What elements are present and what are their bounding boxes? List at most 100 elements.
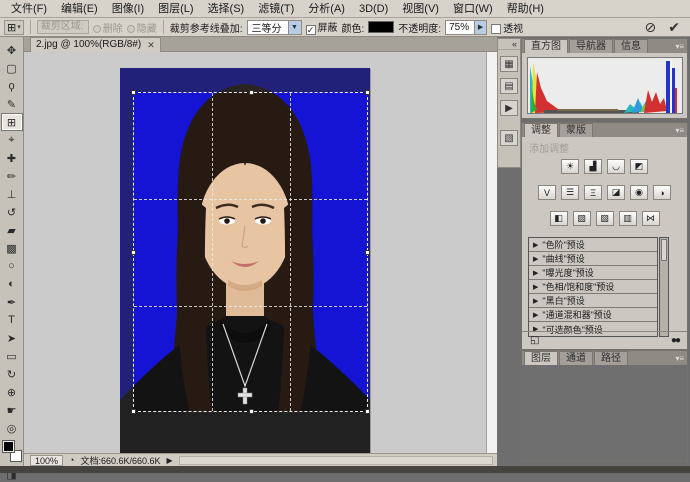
crop-handle-w[interactable] <box>131 250 136 255</box>
gradient-tool[interactable]: ▩ <box>1 239 23 257</box>
tab-histogram[interactable]: 直方图 <box>524 39 568 53</box>
menu-layer[interactable]: 图层(L) <box>151 1 200 17</box>
menu-select[interactable]: 选择(S) <box>201 1 252 17</box>
color-swatches[interactable] <box>2 440 22 462</box>
3d-orbit-tool[interactable]: ⊕ <box>1 383 23 401</box>
3d-rotate-tool[interactable]: ↻ <box>1 365 23 383</box>
hand-tool[interactable]: ☛ <box>1 401 23 419</box>
invert-icon[interactable]: ◧ <box>550 211 568 226</box>
close-icon[interactable]: ✕ <box>147 38 155 52</box>
healing-brush-tool[interactable]: ✚ <box>1 149 23 167</box>
zoom-level-field[interactable]: 100% <box>30 455 63 466</box>
panel-menu-icon[interactable]: ▾≡ <box>675 354 684 363</box>
shape-tool[interactable]: ▭ <box>1 347 23 365</box>
gradient-map-icon[interactable]: ▥ <box>619 211 637 226</box>
tool-preset-picker[interactable]: ⊞ ▾ <box>4 20 24 35</box>
crop-handle-e[interactable] <box>365 250 370 255</box>
color-balance-icon[interactable]: Ξ <box>584 185 602 200</box>
document-tab[interactable]: 2.jpg @ 100%(RGB/8#) ✕ <box>30 37 161 52</box>
path-selection-tool[interactable]: ➤ <box>1 329 23 347</box>
menu-image[interactable]: 图像(I) <box>105 1 151 17</box>
menu-view[interactable]: 视图(V) <box>395 1 446 17</box>
vertical-scrollbar[interactable] <box>486 52 497 453</box>
curves-icon[interactable]: ◡ <box>607 159 625 174</box>
foreground-color-swatch[interactable] <box>2 440 15 453</box>
preset-levels[interactable]: ▶"色阶"预设 <box>529 238 657 252</box>
expand-dock-icon[interactable]: « <box>498 39 520 50</box>
panel-menu-icon[interactable]: ▾≡ <box>675 126 684 135</box>
dodge-tool[interactable]: ◐ <box>1 275 23 293</box>
crop-handle-n[interactable] <box>249 90 254 95</box>
black-white-icon[interactable]: ◪ <box>607 185 625 200</box>
marquee-tool[interactable]: ▢ <box>1 59 23 77</box>
selective-color-icon[interactable]: ⋈ <box>642 211 660 226</box>
collapsed-panel-icon-4[interactable]: ▧ <box>500 130 518 146</box>
preset-channel-mixer[interactable]: ▶"通道混和器"预设 <box>529 308 657 322</box>
threshold-icon[interactable]: ▧ <box>596 211 614 226</box>
crop-handle-sw[interactable] <box>131 409 136 414</box>
menu-help[interactable]: 帮助(H) <box>500 1 551 17</box>
menu-window[interactable]: 窗口(W) <box>446 1 500 17</box>
crop-handle-nw[interactable] <box>131 90 136 95</box>
levels-icon[interactable]: ▟ <box>584 159 602 174</box>
brightness-contrast-icon[interactable]: ☀ <box>561 159 579 174</box>
hue-saturation-icon[interactable]: ☰ <box>561 185 579 200</box>
tab-layers[interactable]: 图层 <box>524 351 558 365</box>
tab-channels[interactable]: 通道 <box>559 351 593 365</box>
menu-analysis[interactable]: 分析(A) <box>301 1 352 17</box>
scrollbar-thumb[interactable] <box>661 239 667 261</box>
type-tool[interactable]: T <box>1 311 23 329</box>
expanded-view-icon[interactable]: ●● <box>671 335 679 346</box>
shield-checkbox[interactable]: ✓屏蔽 <box>306 19 338 35</box>
eyedropper-tool[interactable]: ⌖ <box>1 131 23 149</box>
exposure-icon[interactable]: ◩ <box>630 159 648 174</box>
panel-menu-icon[interactable]: ▾≡ <box>675 42 684 51</box>
shield-color-swatch[interactable] <box>368 21 394 33</box>
opacity-field[interactable]: 75% ▶ <box>445 20 487 35</box>
status-menu-arrow-icon[interactable]: ▶ <box>167 456 173 465</box>
menu-edit[interactable]: 编辑(E) <box>54 1 105 17</box>
tab-adjustments[interactable]: 调整 <box>524 123 558 137</box>
clone-stamp-tool[interactable]: ⊥ <box>1 185 23 203</box>
quick-selection-tool[interactable]: ✎ <box>1 95 23 113</box>
preset-scrollbar[interactable] <box>659 237 669 337</box>
tab-info[interactable]: 信息 <box>614 39 648 53</box>
lasso-tool[interactable]: ϙ <box>1 77 23 95</box>
preset-black-white[interactable]: ▶"黑白"预设 <box>529 294 657 308</box>
tab-navigator[interactable]: 导航器 <box>569 39 613 53</box>
posterize-icon[interactable]: ▨ <box>573 211 591 226</box>
menu-filter[interactable]: 滤镜(T) <box>251 1 301 17</box>
preset-curves[interactable]: ▶"曲线"预设 <box>529 252 657 266</box>
clip-to-layer-icon[interactable]: ◱ <box>530 335 539 346</box>
eraser-tool[interactable]: ▰ <box>1 221 23 239</box>
photo-filter-icon[interactable]: ◉ <box>630 185 648 200</box>
blur-tool[interactable]: ○ <box>1 257 23 275</box>
crop-tool[interactable]: ⊞ <box>1 113 23 131</box>
photo-image[interactable] <box>120 68 370 453</box>
tab-paths[interactable]: 路径 <box>594 351 628 365</box>
guide-overlay-select[interactable]: 三等分 ▼ <box>247 20 302 35</box>
preset-hue-saturation[interactable]: ▶"色相/饱和度"预设 <box>529 280 657 294</box>
pen-tool[interactable]: ✒ <box>1 293 23 311</box>
history-brush-tool[interactable]: ↺ <box>1 203 23 221</box>
menu-file[interactable]: 文件(F) <box>4 1 54 17</box>
collapsed-panel-icon-3[interactable]: ▶ <box>500 100 518 116</box>
crop-handle-ne[interactable] <box>365 90 370 95</box>
move-tool[interactable]: ✥ <box>1 41 23 59</box>
crop-marquee[interactable] <box>133 92 368 412</box>
cancel-crop-button[interactable]: ⊘ <box>645 19 657 36</box>
menu-3d[interactable]: 3D(D) <box>352 1 395 17</box>
preset-exposure[interactable]: ▶"曝光度"预设 <box>529 266 657 280</box>
vibrance-icon[interactable]: V <box>538 185 556 200</box>
zoom-tool[interactable]: ◎ <box>1 419 23 437</box>
collapsed-panel-icon-1[interactable]: ▦ <box>500 56 518 72</box>
brush-tool[interactable]: ✏ <box>1 167 23 185</box>
tab-masks[interactable]: 蒙版 <box>559 123 593 137</box>
crop-handle-se[interactable] <box>365 409 370 414</box>
perspective-checkbox[interactable]: 透视 <box>491 20 523 35</box>
crop-handle-s[interactable] <box>249 409 254 414</box>
collapsed-panel-icon-2[interactable]: ▤ <box>500 78 518 94</box>
commit-crop-button[interactable]: ✔ <box>668 19 680 36</box>
canvas-area[interactable] <box>24 52 486 453</box>
channel-mixer-icon[interactable]: ◑ <box>653 185 671 200</box>
